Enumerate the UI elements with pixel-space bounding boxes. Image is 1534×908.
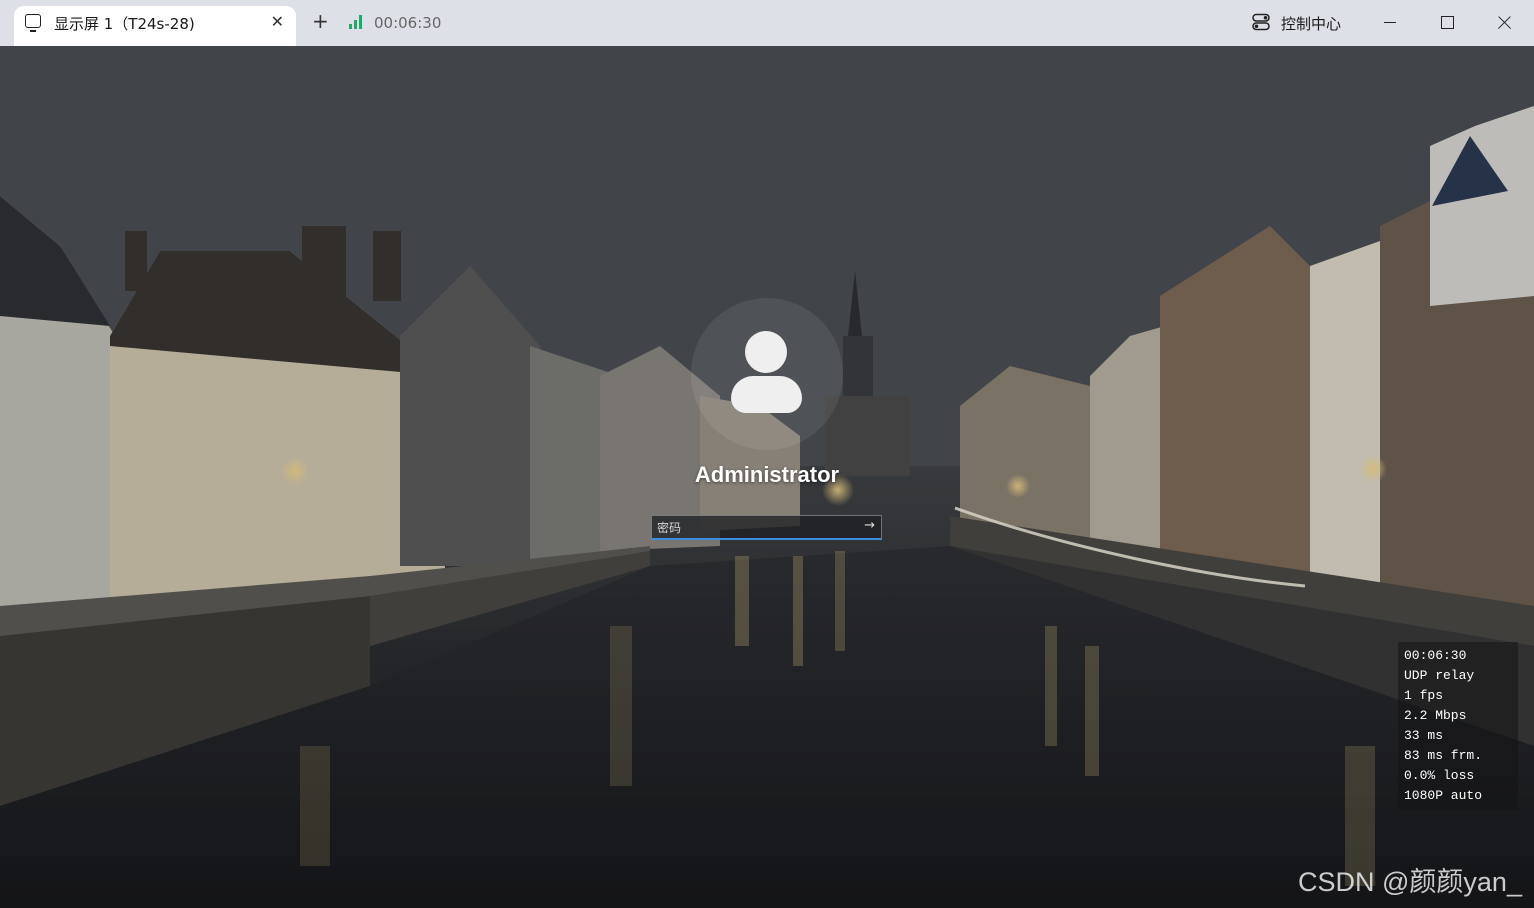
login-username: Administrator (694, 462, 840, 487)
submit-arrow-icon[interactable]: → (864, 518, 875, 533)
window-title-bar: 显示屏 1（T24s-28) ✕ + 00:06:30 控制中心 (0, 0, 1534, 46)
stat-line: 00:06:30 (1404, 648, 1467, 663)
monitor-icon (25, 14, 41, 32)
csdn-watermark: CSDN @颜颜yan_ (1298, 867, 1522, 897)
password-input[interactable] (655, 517, 854, 539)
stat-line: 0.0% loss (1404, 768, 1475, 783)
toggle-switches-icon (1252, 13, 1270, 31)
signal-bars-icon (349, 15, 363, 29)
stat-line: 83 ms frm. (1404, 748, 1483, 763)
close-tab-icon[interactable]: ✕ (271, 12, 284, 31)
tab-label: 显示屏 1（T24s-28) (54, 15, 195, 33)
new-tab-button[interactable]: + (312, 9, 329, 33)
stat-line: 33 ms (1404, 728, 1444, 743)
stat-line: 2.2 Mbps (1404, 708, 1467, 723)
remote-desktop-screen[interactable]: Administrator → 00:06:30 UDP relay 1 fps… (0, 46, 1534, 908)
minimize-button[interactable] (1376, 8, 1406, 38)
user-silhouette-icon (745, 331, 787, 373)
control-center-label: 控制中心 (1281, 15, 1342, 33)
tab-display-1[interactable]: 显示屏 1（T24s-28) ✕ (14, 6, 296, 46)
maximize-button[interactable] (1433, 8, 1463, 38)
stat-line: UDP relay (1404, 668, 1475, 683)
stat-line: 1 fps (1404, 688, 1444, 703)
stat-line: 1080P auto (1404, 788, 1483, 803)
password-field[interactable]: → (651, 515, 882, 540)
close-window-button[interactable] (1490, 8, 1520, 38)
user-silhouette-body (731, 376, 802, 413)
connection-timer: 00:06:30 (374, 14, 442, 32)
stream-stats-overlay: 00:06:30 UDP relay 1 fps 2.2 Mbps 33 ms … (1398, 642, 1518, 810)
user-avatar (691, 298, 843, 450)
